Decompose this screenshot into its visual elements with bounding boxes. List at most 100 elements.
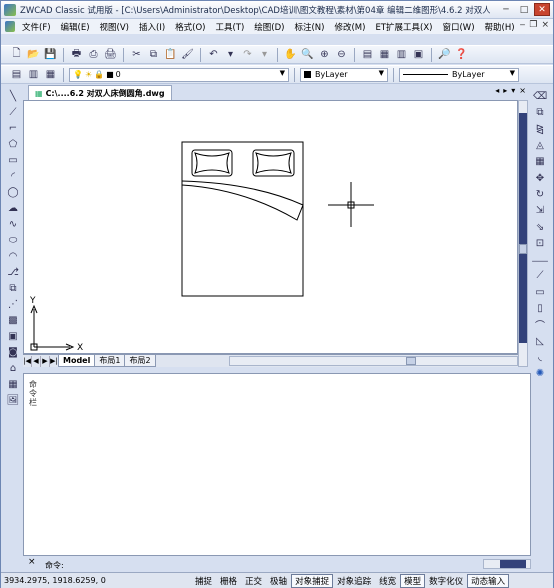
zoom-previous-icon[interactable]: ⊖: [334, 47, 349, 62]
layer-previous-icon[interactable]: ▦: [43, 67, 58, 82]
array-icon[interactable]: ▦: [533, 154, 547, 169]
polygon-icon[interactable]: ⬠: [6, 137, 20, 152]
erase-icon[interactable]: ⌫: [533, 89, 547, 104]
horizontal-scrollbar[interactable]: [229, 356, 518, 366]
color-select[interactable]: ByLayer ▼: [300, 67, 388, 82]
lengthen-icon[interactable]: ⊡: [533, 236, 547, 251]
layer-manager-icon[interactable]: ▤: [9, 67, 24, 82]
properties-icon[interactable]: ▤: [360, 47, 375, 62]
region-icon[interactable]: ◙: [6, 345, 20, 360]
publish-icon[interactable]: 🖨: [103, 47, 118, 62]
tab-close-icon[interactable]: ×: [519, 86, 526, 95]
grid-toggle[interactable]: 栅格: [216, 574, 241, 588]
ray-icon[interactable]: ⟋: [6, 105, 20, 120]
polar-toggle[interactable]: 极轴: [266, 574, 291, 588]
print-icon[interactable]: 🖶: [69, 47, 84, 62]
break-at-point-icon[interactable]: ▭: [533, 285, 547, 300]
menu-window[interactable]: 窗口(W): [437, 21, 479, 33]
make-block-icon[interactable]: ⧉: [6, 281, 20, 296]
ellipse-arc-icon[interactable]: ◠: [6, 249, 20, 264]
print-preview-icon[interactable]: ⎙: [86, 47, 101, 62]
redo-dropdown-icon[interactable]: ▾: [257, 47, 272, 62]
tab-layout1[interactable]: 布局1: [94, 355, 126, 367]
scale-icon[interactable]: ⇲: [533, 203, 547, 218]
rectangle-icon[interactable]: ▭: [6, 153, 20, 168]
copy-icon[interactable]: ⧉: [146, 47, 161, 62]
vertical-scrollbar[interactable]: [518, 100, 528, 367]
table-icon[interactable]: ▦: [6, 377, 20, 392]
design-center-icon[interactable]: ▦: [377, 47, 392, 62]
doc-restore-button[interactable]: ❐: [529, 20, 537, 30]
prev-tab-icon[interactable]: ◀: [32, 355, 41, 367]
dynamic-input-toggle[interactable]: 动态输入: [467, 573, 510, 588]
undo-icon[interactable]: ↶: [206, 47, 221, 62]
undo-dropdown-icon[interactable]: ▾: [223, 47, 238, 62]
otrack-toggle[interactable]: 对象追踪: [333, 574, 375, 588]
tab-scroll-left-icon[interactable]: ◂: [495, 86, 499, 95]
horizontal-scroll-thumb[interactable]: [406, 357, 416, 365]
fillet-icon[interactable]: ◟: [533, 350, 547, 365]
save-icon[interactable]: 💾: [43, 47, 58, 62]
revision-cloud-icon[interactable]: ☁: [6, 201, 20, 216]
pan-hand-icon[interactable]: ✋: [283, 47, 298, 62]
maximize-button[interactable]: □: [516, 3, 532, 16]
layer-state-icon[interactable]: ▥: [26, 67, 41, 82]
tab-layout2[interactable]: 布局2: [124, 355, 156, 367]
image-icon[interactable]: 🖼: [6, 393, 20, 408]
rotate-icon[interactable]: ↻: [533, 187, 547, 202]
move-icon[interactable]: ✥: [533, 170, 547, 185]
new-file-icon[interactable]: 🗋: [9, 47, 24, 62]
doc-minimize-button[interactable]: ‒: [520, 20, 526, 30]
extend-icon[interactable]: ⟋: [533, 268, 547, 283]
menu-dimension[interactable]: 标注(N): [289, 21, 329, 33]
menu-file[interactable]: 文件(F): [17, 21, 56, 33]
trim-icon[interactable]: ⸺: [532, 252, 549, 267]
line-icon[interactable]: ╲: [6, 89, 20, 104]
chamfer-icon[interactable]: ◺: [533, 333, 547, 348]
offset-icon[interactable]: ◬: [533, 138, 547, 153]
mirror-icon[interactable]: ⧎: [533, 122, 547, 137]
drawing-canvas[interactable]: Y X: [23, 100, 518, 354]
tab-scroll-right-icon[interactable]: ▸: [503, 86, 507, 95]
insert-block-icon[interactable]: ⎇: [6, 265, 20, 280]
ellipse-icon[interactable]: ⬭: [6, 233, 20, 248]
polyline-icon[interactable]: ⌐: [6, 121, 20, 136]
osnap-toggle[interactable]: 对象捕捉: [291, 573, 334, 588]
arc-icon[interactable]: ◜: [6, 169, 20, 184]
lineweight-toggle[interactable]: 线宽: [375, 574, 400, 588]
command-input[interactable]: 命令:: [45, 560, 531, 570]
zoom-realtime-icon[interactable]: 🔍: [300, 47, 315, 62]
menu-et-tools[interactable]: ET扩展工具(X): [370, 21, 437, 33]
ortho-toggle[interactable]: 正交: [241, 574, 266, 588]
open-folder-icon[interactable]: 📂: [26, 47, 41, 62]
join-icon[interactable]: ⌒: [533, 317, 547, 332]
cut-icon[interactable]: ✂: [129, 47, 144, 62]
vertical-scroll-thumb[interactable]: [519, 244, 527, 254]
calculator-icon[interactable]: ▣: [411, 47, 426, 62]
paste-icon[interactable]: 📋: [163, 47, 178, 62]
redo-icon[interactable]: ↷: [240, 47, 255, 62]
match-properties-icon[interactable]: 🖌: [180, 47, 195, 62]
command-scroll-thumb[interactable]: [500, 560, 526, 568]
linetype-select[interactable]: ByLayer ▼: [399, 67, 519, 82]
search-icon[interactable]: 🔎: [437, 47, 452, 62]
tab-list-icon[interactable]: ▾: [511, 86, 515, 95]
first-tab-icon[interactable]: |◀: [23, 355, 32, 367]
close-button[interactable]: ✕: [534, 3, 550, 16]
menu-modify[interactable]: 修改(M): [329, 21, 370, 33]
point-icon[interactable]: ⋰: [6, 297, 20, 312]
layer-select[interactable]: 💡 ☀ 🔒 ■ 0 ▼: [69, 67, 289, 82]
minimize-button[interactable]: ─: [498, 3, 514, 16]
command-history[interactable]: [23, 373, 531, 556]
menu-format[interactable]: 格式(O): [170, 21, 210, 33]
wipeout-icon[interactable]: ⌂: [6, 361, 20, 376]
menu-tools[interactable]: 工具(T): [210, 21, 249, 33]
tool-palette-icon[interactable]: ▥: [394, 47, 409, 62]
menu-draw[interactable]: 绘图(D): [249, 21, 289, 33]
tab-model[interactable]: Model: [58, 355, 96, 367]
break-icon[interactable]: ▯: [533, 301, 547, 316]
command-close-icon[interactable]: ×: [28, 557, 36, 567]
doc-close-button[interactable]: ×: [541, 20, 549, 30]
next-tab-icon[interactable]: ▶: [41, 355, 50, 367]
explode-icon[interactable]: ✺: [533, 366, 547, 381]
